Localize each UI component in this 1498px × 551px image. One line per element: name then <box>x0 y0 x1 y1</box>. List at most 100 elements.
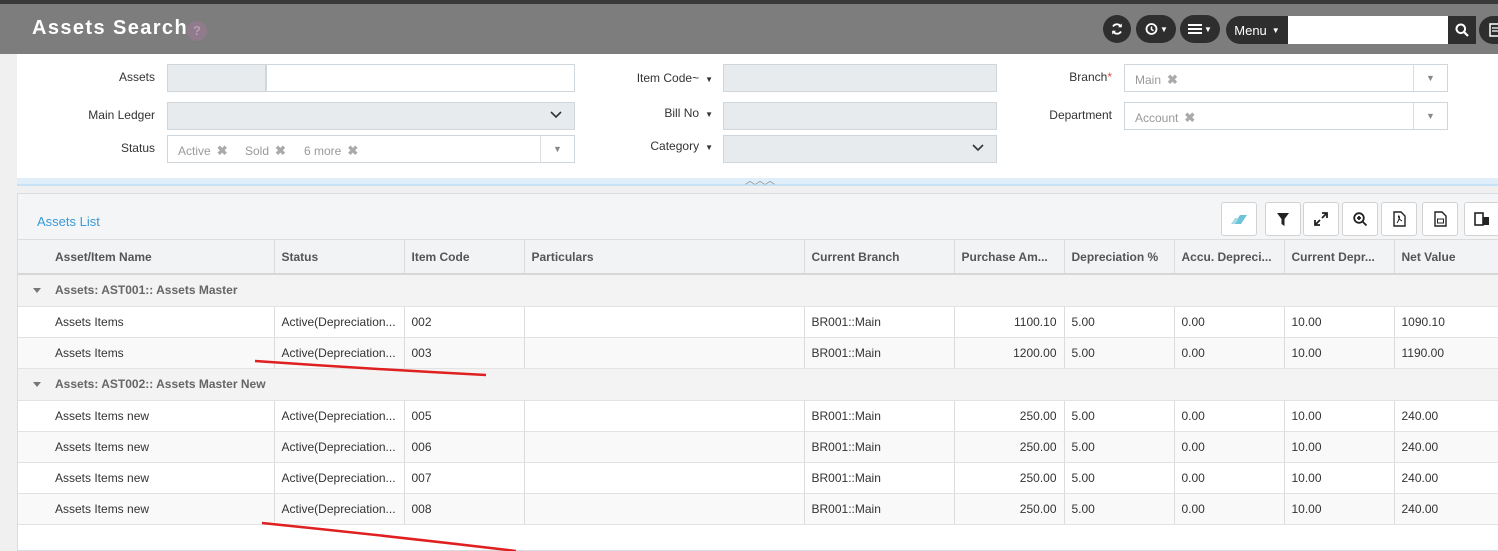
list-menu-button[interactable]: ▼ <box>1180 15 1220 43</box>
department-multiselect[interactable]: Account ✖ ▼ <box>1124 102 1448 130</box>
item-code-label[interactable]: Item Code~ ▼ <box>617 71 713 85</box>
caret-down-icon: ▼ <box>553 144 562 154</box>
remove-tag-icon[interactable]: ✖ <box>275 143 286 159</box>
table-row[interactable]: Assets Items new Active(Depreciation... … <box>18 493 1498 525</box>
cell-accu-depreciation: 0.00 <box>1174 493 1285 525</box>
bill-no-label[interactable]: Bill No ▼ <box>617 106 713 120</box>
column-header-item-code[interactable]: Item Code <box>404 240 525 275</box>
cell-particulars <box>524 400 805 432</box>
cell-purchase-amount: 1200.00 <box>954 337 1065 369</box>
cell-current-branch: BR001::Main <box>804 400 955 432</box>
column-header-current-depreciation[interactable]: Current Depr... <box>1284 240 1395 275</box>
dropdown-toggle[interactable]: ▼ <box>1413 65 1447 91</box>
cell-status: Active(Depreciation... <box>274 493 405 525</box>
collapse-up-icon[interactable]: ︿︿︿ <box>745 172 775 187</box>
zoom-button[interactable] <box>1342 202 1378 236</box>
cell-current-branch: BR001::Main <box>804 462 955 494</box>
column-header-accu-depreciation[interactable]: Accu. Depreci... <box>1174 240 1285 275</box>
category-select[interactable] <box>723 135 997 163</box>
department-tag-account[interactable]: Account ✖ <box>1135 110 1195 126</box>
history-button[interactable]: ▼ <box>1136 15 1176 43</box>
cell-current-depreciation: 10.00 <box>1284 493 1395 525</box>
status-multiselect[interactable]: Active ✖ Sold ✖ 6 more ✖ ▼ <box>167 135 575 163</box>
caret-down-icon: ▼ <box>1426 111 1435 121</box>
chevron-down-icon: ▼ <box>1271 25 1280 35</box>
filter-button[interactable] <box>1265 202 1301 236</box>
table-row[interactable]: Assets Items Active(Depreciation... 003 … <box>18 337 1498 369</box>
column-header-purchase-amount[interactable]: Purchase Am... <box>954 240 1065 275</box>
category-label[interactable]: Category ▼ <box>617 139 713 153</box>
remove-tag-icon[interactable]: ✖ <box>347 143 358 159</box>
main-ledger-label: Main Ledger <box>88 108 155 122</box>
refresh-icon <box>1112 23 1122 35</box>
cell-asset-name: Assets Items new <box>18 431 275 463</box>
column-header-asset-name[interactable]: Asset/Item Name <box>18 240 275 275</box>
status-label: Status <box>120 141 155 155</box>
table-row[interactable]: Assets Items new Active(Depreciation... … <box>18 431 1498 463</box>
chevron-down-icon: ▼ <box>1204 24 1212 34</box>
column-header-net-value[interactable]: Net Value <box>1394 240 1498 275</box>
column-header-current-branch[interactable]: Current Branch <box>804 240 955 275</box>
cell-item-code: 007 <box>404 462 525 494</box>
clear-filter-button[interactable] <box>1221 202 1257 236</box>
column-header-particulars[interactable]: Particulars <box>524 240 805 275</box>
export-excel-button[interactable] <box>1422 202 1458 236</box>
expand-button[interactable] <box>1303 202 1339 236</box>
collapse-caret-icon[interactable] <box>33 381 41 387</box>
group-row[interactable]: Assets: AST001:: Assets Master <box>18 274 1498 307</box>
column-header-depreciation-pct[interactable]: Depreciation % <box>1064 240 1175 275</box>
remove-tag-icon[interactable]: ✖ <box>1184 110 1195 126</box>
dropdown-toggle[interactable]: ▼ <box>1413 103 1447 129</box>
extra-toolbar-button[interactable] <box>1479 16 1498 44</box>
assets-name-input[interactable] <box>266 64 575 92</box>
report-icon <box>1489 23 1498 37</box>
status-tag-active[interactable]: Active ✖ <box>178 143 228 159</box>
required-marker: * <box>1107 70 1112 84</box>
item-code-input[interactable] <box>723 64 997 92</box>
export-pdf-button[interactable] <box>1381 202 1417 236</box>
tag-label: 6 more <box>304 144 342 158</box>
refresh-button[interactable] <box>1103 15 1131 43</box>
cell-current-depreciation: 10.00 <box>1284 337 1395 369</box>
caret-down-icon: ▼ <box>1426 73 1435 83</box>
main-menu-button[interactable]: Menu ▼ <box>1226 16 1288 44</box>
cell-accu-depreciation: 0.00 <box>1174 431 1285 463</box>
cell-item-code: 006 <box>404 431 525 463</box>
search-icon <box>1455 23 1469 37</box>
status-tag-sold[interactable]: Sold ✖ <box>245 143 286 159</box>
cell-depreciation-pct: 5.00 <box>1064 306 1175 338</box>
dropdown-toggle[interactable]: ▼ <box>540 136 574 162</box>
cell-purchase-amount: 250.00 <box>954 431 1065 463</box>
cell-particulars <box>524 431 805 463</box>
main-ledger-select[interactable] <box>167 102 575 130</box>
remove-tag-icon[interactable]: ✖ <box>217 143 228 159</box>
table-row[interactable]: Assets Items new Active(Depreciation... … <box>18 462 1498 494</box>
pdf-icon <box>1392 211 1406 227</box>
cell-depreciation-pct: 5.00 <box>1064 337 1175 369</box>
assets-code-input[interactable] <box>167 64 266 92</box>
cell-depreciation-pct: 5.00 <box>1064 431 1175 463</box>
column-chooser-button[interactable] <box>1464 202 1498 236</box>
branch-multiselect[interactable]: Main ✖ ▼ <box>1124 64 1448 92</box>
cell-accu-depreciation: 0.00 <box>1174 306 1285 338</box>
collapse-caret-icon[interactable] <box>33 288 41 294</box>
remove-tag-icon[interactable]: ✖ <box>1167 72 1178 88</box>
cell-net-value: 240.00 <box>1394 493 1498 525</box>
global-search-input[interactable] <box>1288 16 1448 44</box>
table-row[interactable]: Assets Items Active(Depreciation... 002 … <box>18 306 1498 338</box>
status-tag-more[interactable]: 6 more ✖ <box>304 143 358 159</box>
help-icon[interactable]: ? <box>187 21 207 41</box>
cell-net-value: 1190.00 <box>1394 337 1498 369</box>
column-header-status[interactable]: Status <box>274 240 405 275</box>
table-row[interactable]: Assets Items new Active(Depreciation... … <box>18 400 1498 432</box>
cell-particulars <box>524 462 805 494</box>
eraser-icon <box>1231 215 1247 224</box>
search-button[interactable] <box>1448 16 1476 44</box>
cell-asset-name: Assets Items new <box>18 493 275 525</box>
columns-icon <box>1474 212 1489 226</box>
branch-tag-main[interactable]: Main ✖ <box>1135 72 1178 88</box>
cell-item-code: 003 <box>404 337 525 369</box>
list-header: Assets List <box>18 194 1498 240</box>
group-row[interactable]: Assets: AST002:: Assets Master New <box>18 368 1498 401</box>
bill-no-input[interactable] <box>723 102 997 130</box>
